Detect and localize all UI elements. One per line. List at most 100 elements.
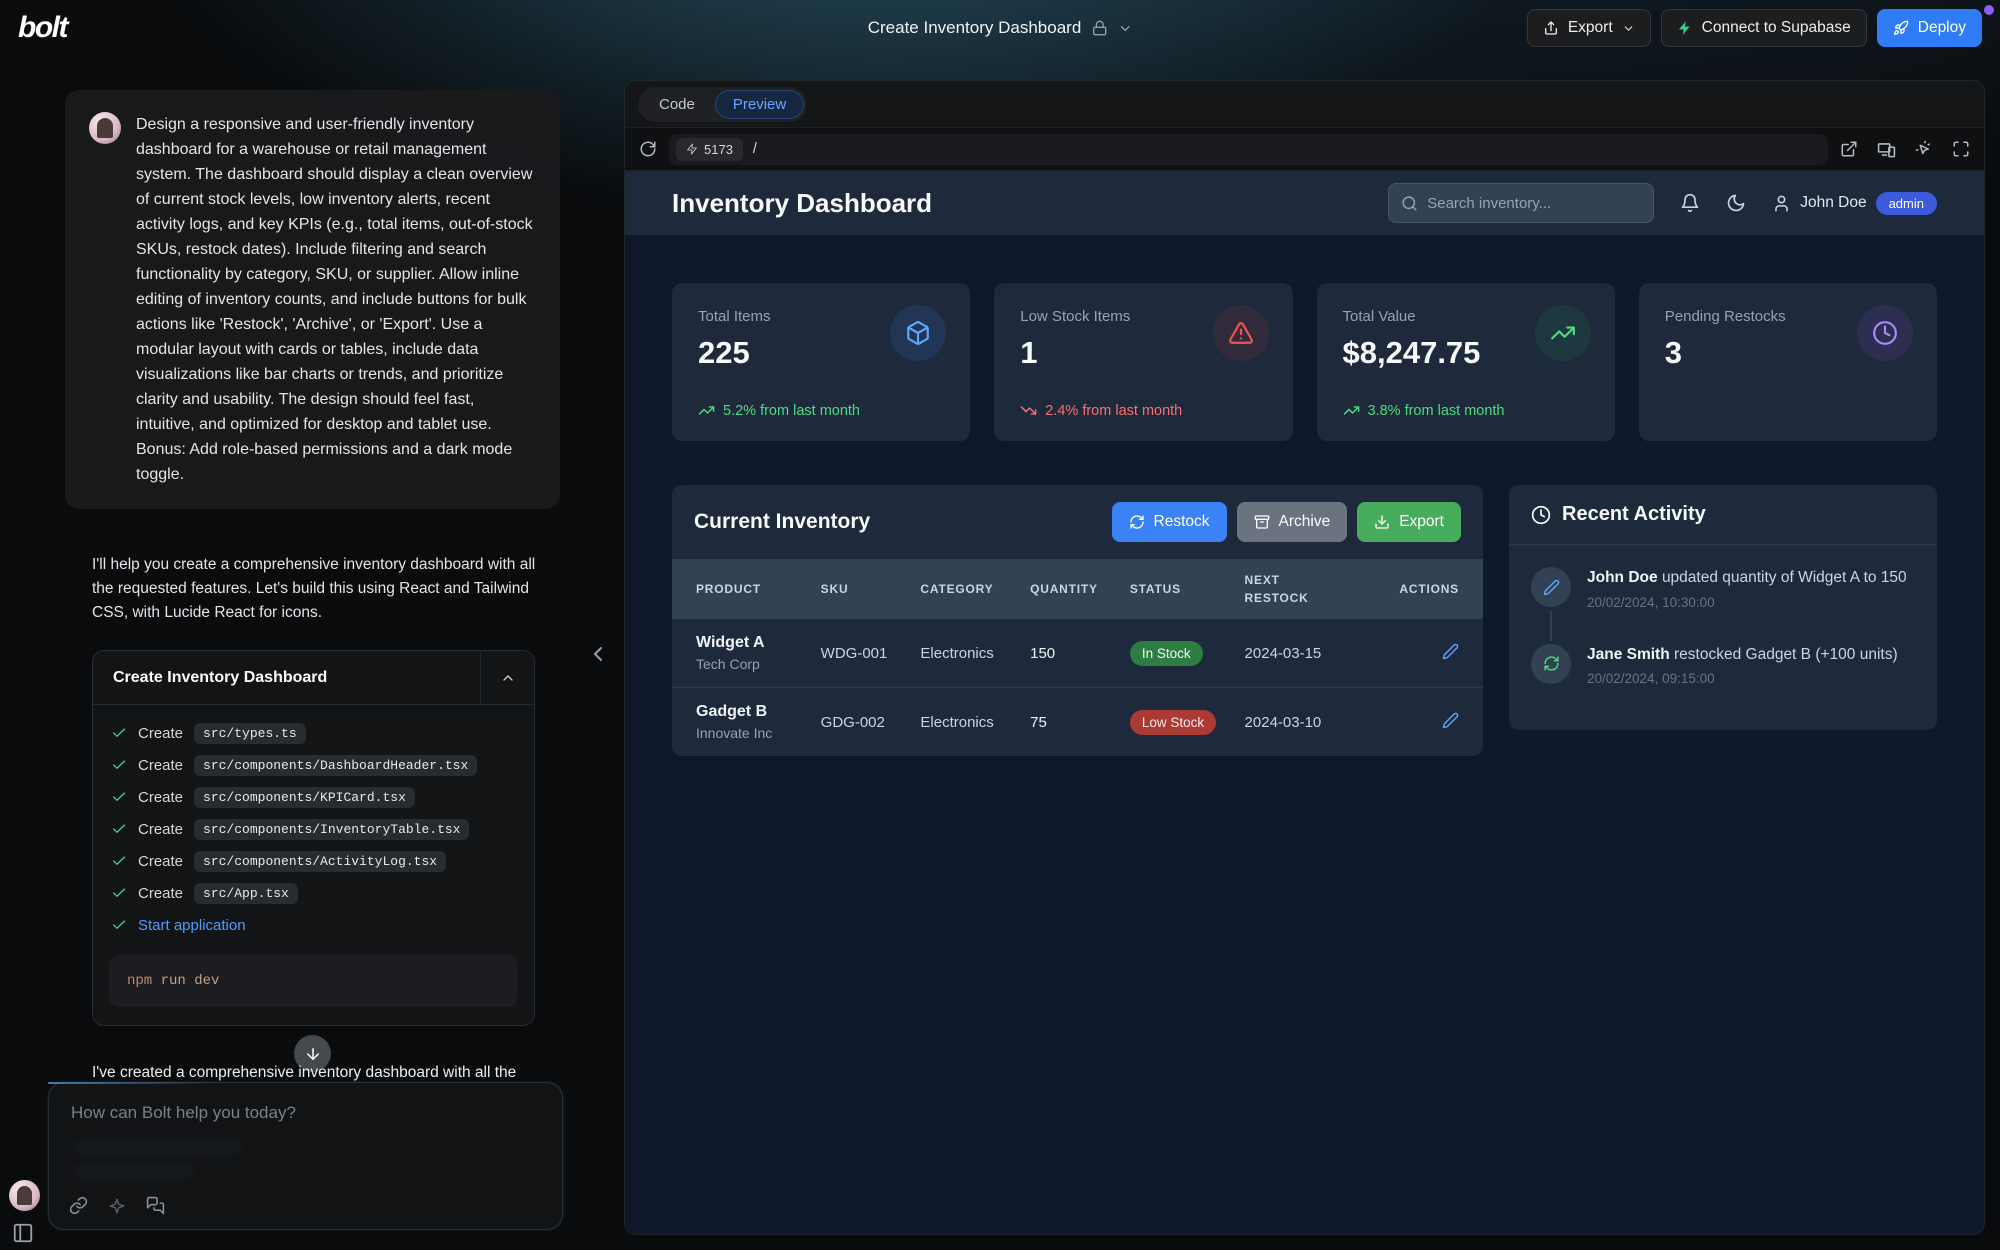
file-chip[interactable]: src/components/DashboardHeader.tsx (194, 755, 477, 776)
chevron-down-icon[interactable] (1117, 21, 1132, 36)
collapse-chat-handle[interactable] (586, 642, 610, 666)
export-csv-button[interactable]: Export (1357, 502, 1461, 542)
preview-panel: Code Preview 5173 / Inventory Dashboard (624, 80, 1985, 1235)
status-badge: Low Stock (1130, 710, 1216, 735)
terminal-command: npm run dev (109, 955, 518, 1007)
file-chip[interactable]: src/App.tsx (194, 883, 298, 904)
chat-mode-icon[interactable] (146, 1196, 165, 1215)
export-label: Export (1568, 19, 1613, 37)
cell-category: Electronics (920, 645, 1030, 662)
account-avatar[interactable] (9, 1180, 40, 1211)
cell-category: Electronics (920, 714, 1030, 731)
archive-label: Archive (1279, 513, 1331, 531)
edit-icon[interactable] (1442, 712, 1459, 729)
file-chip[interactable]: src/components/KPICard.tsx (194, 787, 415, 808)
plug-icon (686, 143, 698, 155)
export-button[interactable]: Export (1527, 9, 1651, 47)
command-name: npm (127, 973, 152, 989)
file-chip[interactable]: src/components/InventoryTable.tsx (194, 819, 469, 840)
export-label: Export (1399, 513, 1444, 531)
activity-item: Jane Smith restocked Gadget B (+100 unit… (1531, 644, 1915, 721)
col-product: PRODUCT (696, 582, 821, 596)
open-external-icon[interactable] (1840, 140, 1858, 158)
url-input[interactable]: 5173 / (669, 134, 1828, 165)
activity-user: Jane Smith (1587, 646, 1670, 663)
devices-icon[interactable] (1877, 140, 1896, 159)
refresh-icon (1129, 514, 1145, 530)
chat-input-box (48, 1082, 563, 1230)
chat-input[interactable] (49, 1083, 562, 1167)
connect-supabase-button[interactable]: Connect to Supabase (1661, 9, 1867, 47)
user-menu[interactable]: John Doe admin (1772, 192, 1937, 215)
check-icon (111, 885, 127, 901)
task-action: Create (138, 853, 183, 870)
refresh-icon (1531, 644, 1571, 684)
project-title: Create Inventory Dashboard (868, 18, 1082, 38)
reload-icon[interactable] (639, 140, 657, 158)
collapse-artifact-button[interactable] (480, 651, 534, 704)
col-quantity: QUANTITY (1030, 582, 1130, 596)
editor-tabs-row: Code Preview (625, 81, 1984, 127)
bolt-logo[interactable]: bolt (18, 11, 67, 45)
notification-dot (1984, 5, 1994, 15)
activity-action: restocked Gadget B (+100 units) (1674, 646, 1898, 663)
user-icon (1772, 194, 1791, 213)
sparkles-icon[interactable] (108, 1197, 126, 1215)
dark-mode-toggle-icon[interactable] (1726, 193, 1746, 213)
check-icon (111, 789, 127, 805)
file-chip[interactable]: src/components/ActivityLog.tsx (194, 851, 446, 872)
supabase-label: Connect to Supabase (1702, 19, 1851, 37)
port-chip[interactable]: 5173 (676, 138, 743, 161)
tab-preview[interactable]: Preview (716, 91, 803, 118)
activity-title: Recent Activity (1562, 503, 1706, 526)
table-row: Widget A Tech Corp WDG-001 Electronics 1… (672, 619, 1483, 688)
deploy-button[interactable]: Deploy (1877, 9, 1982, 47)
preview-url-bar: 5173 / (625, 127, 1984, 171)
kpi-card-total-items: Total Items 225 5.2% from last month (672, 283, 970, 441)
kpi-card-pending-restocks: Pending Restocks 3 (1639, 283, 1937, 441)
tab-code[interactable]: Code (642, 91, 712, 118)
assistant-intro-text: I'll help you create a comprehensive inv… (92, 553, 544, 625)
cell-quantity[interactable]: 150 (1030, 645, 1130, 662)
archive-button[interactable]: Archive (1237, 502, 1348, 542)
table-header-row: PRODUCT SKU CATEGORY QUANTITY STATUS NEX… (672, 559, 1483, 619)
clock-icon (1857, 305, 1913, 361)
col-next-restock: NEXT RESTOCK (1245, 571, 1307, 607)
link-icon[interactable] (69, 1196, 88, 1215)
user-name: John Doe (1800, 194, 1866, 212)
upload-icon (1543, 20, 1559, 36)
file-chip[interactable]: src/types.ts (194, 723, 306, 744)
trending-up-icon (698, 402, 715, 419)
cell-sku: GDG-002 (821, 714, 921, 731)
project-title-group[interactable]: Create Inventory Dashboard (868, 18, 1133, 38)
edit-icon[interactable] (1442, 643, 1459, 660)
kpi-trend-text: 5.2% from last month (723, 403, 860, 419)
activity-timestamp: 20/02/2024, 09:15:00 (1587, 671, 1898, 686)
start-application-link[interactable]: Start application (138, 917, 246, 934)
trending-down-icon (1020, 402, 1037, 419)
search-input[interactable] (1427, 195, 1641, 212)
restock-label: Restock (1154, 513, 1210, 531)
user-avatar (89, 112, 121, 144)
col-actions: ACTIONS (1374, 582, 1459, 596)
kpi-card-low-stock: Low Stock Items 1 2.4% from last month (994, 283, 1292, 441)
table-row: Gadget B Innovate Inc GDG-002 Electronic… (672, 688, 1483, 756)
top-bar: bolt Create Inventory Dashboard Export C… (0, 0, 2000, 56)
command-args: run dev (161, 973, 220, 989)
restock-button[interactable]: Restock (1112, 502, 1227, 542)
activity-item: John Doe updated quantity of Widget A to… (1531, 567, 1915, 644)
task-action: Create (138, 789, 183, 806)
status-badge: In Stock (1130, 641, 1203, 666)
search-box (1388, 183, 1654, 223)
assistant-outro-text: I've created a comprehensive inventory d… (92, 1064, 562, 1082)
cell-quantity[interactable]: 75 (1030, 714, 1130, 731)
inspect-icon[interactable] (1915, 140, 1933, 158)
arrow-down-icon (304, 1045, 322, 1063)
task-action: Create (138, 757, 183, 774)
bell-icon[interactable] (1680, 193, 1700, 213)
sidebar-toggle-icon[interactable] (12, 1222, 34, 1244)
blurred-text (73, 1141, 243, 1153)
role-badge: admin (1876, 192, 1937, 215)
cell-product: Gadget B (696, 703, 821, 721)
fullscreen-icon[interactable] (1952, 140, 1970, 158)
